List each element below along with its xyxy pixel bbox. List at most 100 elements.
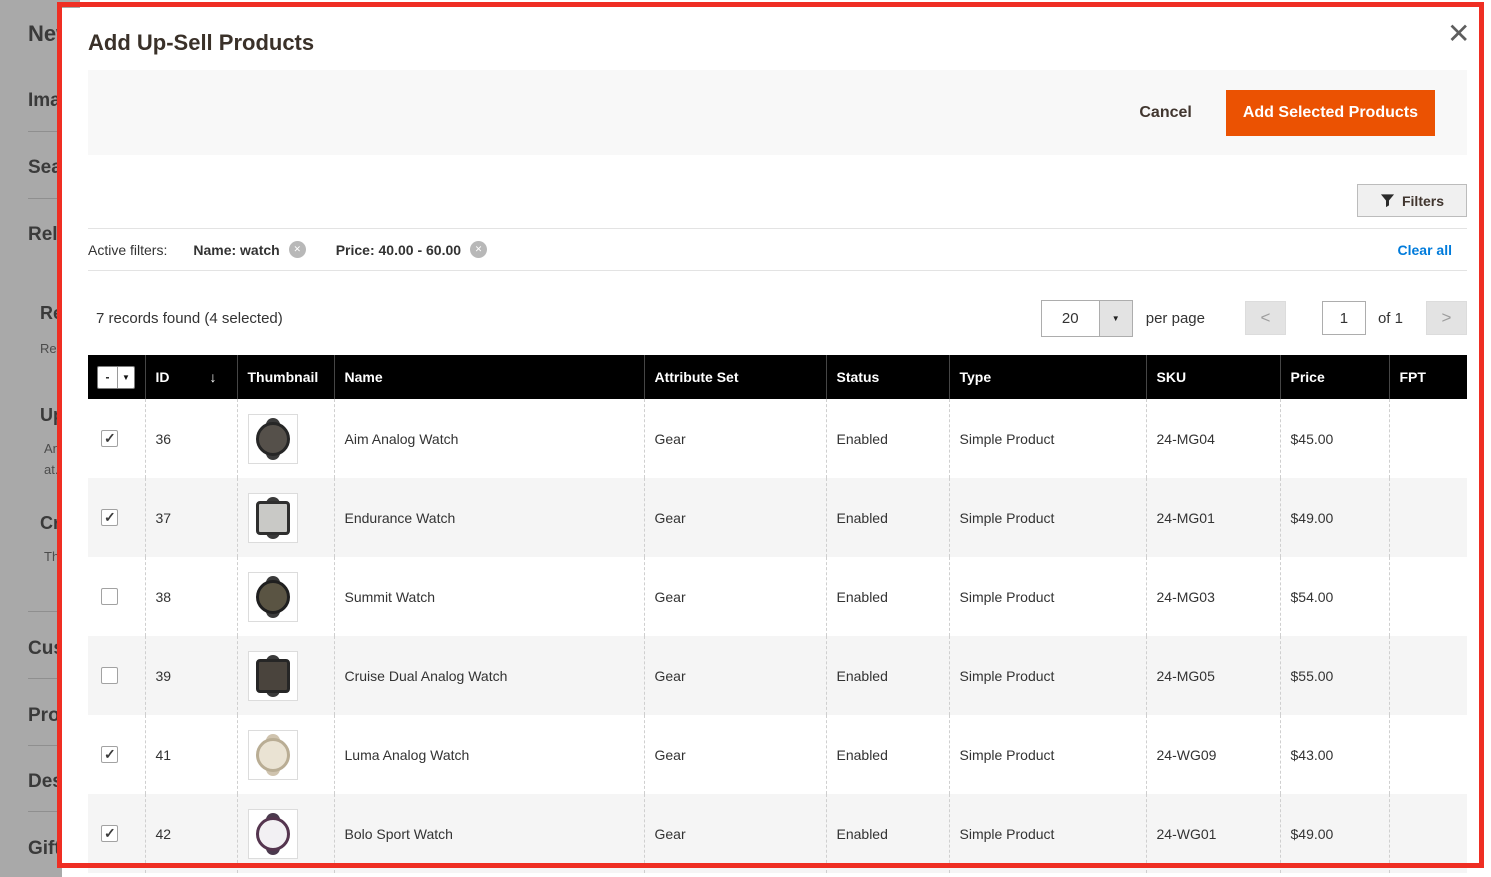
sport-watch-icon bbox=[256, 576, 290, 618]
row-checkbox[interactable] bbox=[101, 746, 118, 763]
product-thumbnail bbox=[248, 651, 298, 701]
bg-text-fragment: An bbox=[44, 441, 60, 456]
table-row: 37 Endurance Watch Gear Enabled Simple P… bbox=[88, 478, 1467, 557]
cell-sku: 24-WG01 bbox=[1146, 794, 1280, 873]
bg-section-related-fragment: Rel bbox=[28, 224, 58, 246]
product-thumbnail bbox=[248, 493, 298, 543]
divider bbox=[88, 270, 1467, 271]
cell-id: 38 bbox=[145, 557, 237, 636]
cell-attribute-set: Gear bbox=[644, 715, 826, 794]
products-grid: - ▼ ID ↓ Thumbnail Name Attribute Set St… bbox=[88, 355, 1467, 873]
cell-id: 39 bbox=[145, 636, 237, 715]
table-row: 36 Aim Analog Watch Gear Enabled Simple … bbox=[88, 399, 1467, 478]
bg-section-search-fragment: Sea bbox=[28, 157, 62, 179]
per-page-label: per page bbox=[1146, 310, 1205, 327]
cell-id: 37 bbox=[145, 478, 237, 557]
cell-attribute-set: Gear bbox=[644, 399, 826, 478]
cell-fpt bbox=[1389, 636, 1467, 715]
row-checkbox[interactable] bbox=[101, 509, 118, 526]
bg-subheading-related-fragment: Re bbox=[40, 303, 63, 324]
cell-status: Enabled bbox=[826, 636, 949, 715]
select-all-dropdown[interactable]: - ▼ bbox=[97, 366, 135, 389]
cell-status: Enabled bbox=[826, 794, 949, 873]
cell-status: Enabled bbox=[826, 557, 949, 636]
column-header-fpt[interactable]: FPT bbox=[1389, 355, 1467, 399]
column-header-label: ID bbox=[156, 369, 170, 385]
product-thumbnail bbox=[248, 730, 298, 780]
filter-chip-label: Name: watch bbox=[193, 242, 279, 258]
bg-section-images-fragment: Ima bbox=[28, 90, 61, 112]
table-row: 39 Cruise Dual Analog Watch Gear Enabled… bbox=[88, 636, 1467, 715]
column-header-id[interactable]: ID ↓ bbox=[145, 355, 237, 399]
records-found-text: 7 records found (4 selected) bbox=[96, 310, 283, 327]
column-header-thumbnail[interactable]: Thumbnail bbox=[237, 355, 334, 399]
close-icon[interactable]: ✕ bbox=[1447, 20, 1470, 48]
bg-subheading-crosssell-fragment: Cr bbox=[40, 513, 60, 534]
cell-status: Enabled bbox=[826, 399, 949, 478]
add-selected-products-button[interactable]: Add Selected Products bbox=[1226, 90, 1435, 136]
cell-type: Simple Product bbox=[949, 478, 1146, 557]
grid-header-row: - ▼ ID ↓ Thumbnail Name Attribute Set St… bbox=[88, 355, 1467, 399]
grid-controls-bar: 7 records found (4 selected) 20 ▼ per pa… bbox=[88, 295, 1467, 341]
filter-chip-price: Price: 40.00 - 60.00 ✕ bbox=[336, 241, 487, 258]
column-header-attribute-set[interactable]: Attribute Set bbox=[644, 355, 826, 399]
column-header-name[interactable]: Name bbox=[334, 355, 644, 399]
active-filters-bar: Active filters: Name: watch ✕ Price: 40.… bbox=[88, 229, 1467, 270]
remove-filter-icon[interactable]: ✕ bbox=[470, 241, 487, 258]
per-page-select[interactable]: 20 ▼ bbox=[1041, 300, 1133, 337]
bg-subheading-upsell-fragment: Up bbox=[40, 405, 64, 426]
column-header-sku[interactable]: SKU bbox=[1146, 355, 1280, 399]
cell-status: Enabled bbox=[826, 478, 949, 557]
previous-page-button[interactable]: < bbox=[1245, 301, 1286, 335]
product-thumbnail bbox=[248, 414, 298, 464]
cell-sku: 24-WG09 bbox=[1146, 715, 1280, 794]
cell-status: Enabled bbox=[826, 715, 949, 794]
cell-sku: 24-MG03 bbox=[1146, 557, 1280, 636]
table-row: 42 Bolo Sport Watch Gear Enabled Simple … bbox=[88, 794, 1467, 873]
row-checkbox[interactable] bbox=[101, 430, 118, 447]
dual-analog-watch-icon bbox=[256, 655, 290, 697]
cell-price: $45.00 bbox=[1280, 399, 1389, 478]
filters-button[interactable]: Filters bbox=[1357, 184, 1467, 217]
cell-type: Simple Product bbox=[949, 794, 1146, 873]
cell-price: $55.00 bbox=[1280, 636, 1389, 715]
modal-title: Add Up-Sell Products bbox=[88, 30, 314, 56]
remove-filter-icon[interactable]: ✕ bbox=[289, 241, 306, 258]
cell-attribute-set: Gear bbox=[644, 794, 826, 873]
clear-all-link[interactable]: Clear all bbox=[1398, 242, 1452, 258]
cell-type: Simple Product bbox=[949, 399, 1146, 478]
analog-watch-icon bbox=[256, 418, 290, 460]
row-checkbox[interactable] bbox=[101, 825, 118, 842]
bg-text-fragment: Rel bbox=[40, 341, 60, 356]
filter-funnel-icon bbox=[1380, 193, 1395, 208]
column-header-price[interactable]: Price bbox=[1280, 355, 1389, 399]
cell-id: 42 bbox=[145, 794, 237, 873]
product-thumbnail bbox=[248, 809, 298, 859]
cell-id: 41 bbox=[145, 715, 237, 794]
column-header-status[interactable]: Status bbox=[826, 355, 949, 399]
bg-section-customizable-fragment: Cus bbox=[28, 638, 64, 660]
page-number-input[interactable] bbox=[1322, 301, 1366, 335]
cell-sku: 24-MG05 bbox=[1146, 636, 1280, 715]
cancel-button[interactable]: Cancel bbox=[1139, 104, 1191, 122]
row-checkbox[interactable] bbox=[101, 588, 118, 605]
modal-action-toolbar: Cancel Add Selected Products bbox=[88, 70, 1467, 155]
cell-attribute-set: Gear bbox=[644, 557, 826, 636]
bg-section-design-fragment: Des bbox=[28, 771, 63, 793]
cell-id: 36 bbox=[145, 399, 237, 478]
select-all-indeterminate-icon: - bbox=[98, 367, 117, 388]
bg-text-fragment: at. bbox=[44, 462, 58, 477]
filter-chip-label: Price: 40.00 - 60.00 bbox=[336, 242, 461, 258]
cell-type: Simple Product bbox=[949, 715, 1146, 794]
next-page-button[interactable]: > bbox=[1426, 301, 1467, 335]
cell-name: Endurance Watch bbox=[334, 478, 644, 557]
cell-name: Cruise Dual Analog Watch bbox=[334, 636, 644, 715]
cell-name: Bolo Sport Watch bbox=[334, 794, 644, 873]
cell-fpt bbox=[1389, 399, 1467, 478]
column-header-type[interactable]: Type bbox=[949, 355, 1146, 399]
table-row: 41 Luma Analog Watch Gear Enabled Simple… bbox=[88, 715, 1467, 794]
cell-name: Summit Watch bbox=[334, 557, 644, 636]
cell-price: $54.00 bbox=[1280, 557, 1389, 636]
sort-descending-icon: ↓ bbox=[210, 369, 217, 385]
row-checkbox[interactable] bbox=[101, 667, 118, 684]
